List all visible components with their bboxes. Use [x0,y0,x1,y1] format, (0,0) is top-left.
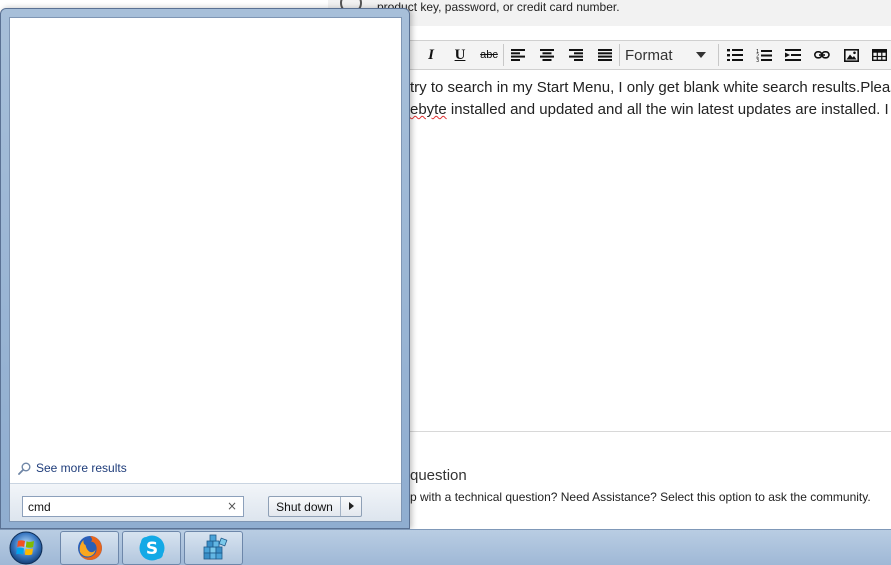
taskbar: S [0,529,891,565]
taskbar-skype-button[interactable]: S [122,531,181,565]
align-left-icon [511,49,525,61]
start-search-input[interactable]: cmd × [22,496,244,517]
justify-button[interactable] [592,43,618,67]
align-right-icon [569,49,583,61]
see-more-results-label: See more results [36,461,127,475]
indent-icon [785,49,801,61]
shutdown-group: Shut down [268,496,362,517]
question-option-title[interactable]: question [410,467,467,484]
align-left-button[interactable] [505,43,531,67]
registry-editor-icon [203,534,227,560]
notice-text: product key, password, or credit card nu… [377,0,620,14]
see-more-results-link[interactable]: See more results [18,461,127,475]
underline-button[interactable]: U [447,43,473,67]
indent-button[interactable] [780,43,806,67]
image-icon [843,48,859,62]
toolbar-separator [718,44,719,66]
start-menu-bottom-bar: cmd × Shut down [10,483,401,521]
shutdown-options-arrow-icon[interactable] [341,497,361,516]
format-dropdown-label: Format [625,46,673,64]
link-icon [814,50,830,59]
bullet-list-button[interactable] [722,43,748,67]
start-button[interactable] [6,531,46,565]
svg-text:S: S [145,539,157,559]
justify-icon [598,49,612,61]
align-center-icon [540,49,554,61]
search-results-pane: See more results cmd × Shut down [9,17,402,522]
chevron-down-icon [696,52,706,58]
start-menu: See more results cmd × Shut down [0,8,410,529]
clear-search-icon[interactable]: × [227,499,237,513]
numbered-list-button[interactable]: 123 [751,43,777,67]
editor-text-line[interactable]: try to search in my Start Menu, I only g… [410,79,891,96]
bullet-list-icon [727,49,743,61]
italic-button[interactable]: I [418,43,444,67]
strikethrough-button[interactable]: abc [476,43,502,67]
section-divider [410,431,891,432]
table-button[interactable] [866,43,891,67]
toolbar-separator [503,44,504,66]
editor-text-rest: installed and updated and all the win la… [446,101,889,118]
editor-text-line[interactable]: ebyte installed and updated and all the … [410,101,889,118]
windows-logo-icon [9,531,43,565]
format-dropdown[interactable]: Format [620,43,716,67]
shutdown-button[interactable]: Shut down [269,497,341,516]
skype-icon: S [139,535,164,561]
firefox-icon [77,536,102,560]
question-option-description: p with a technical question? Need Assist… [410,490,871,504]
misspelled-word: ebyte [410,101,447,118]
taskbar-firefox-button[interactable] [60,531,119,565]
taskbar-regedit-button[interactable] [184,531,243,565]
link-button[interactable] [809,43,835,67]
align-right-button[interactable] [563,43,589,67]
table-icon [871,49,887,61]
numbered-list-icon: 123 [756,49,772,62]
search-icon [18,462,31,475]
start-search-value: cmd [28,499,51,514]
image-button[interactable] [838,43,864,67]
align-center-button[interactable] [534,43,560,67]
svg-text:3: 3 [756,58,759,62]
